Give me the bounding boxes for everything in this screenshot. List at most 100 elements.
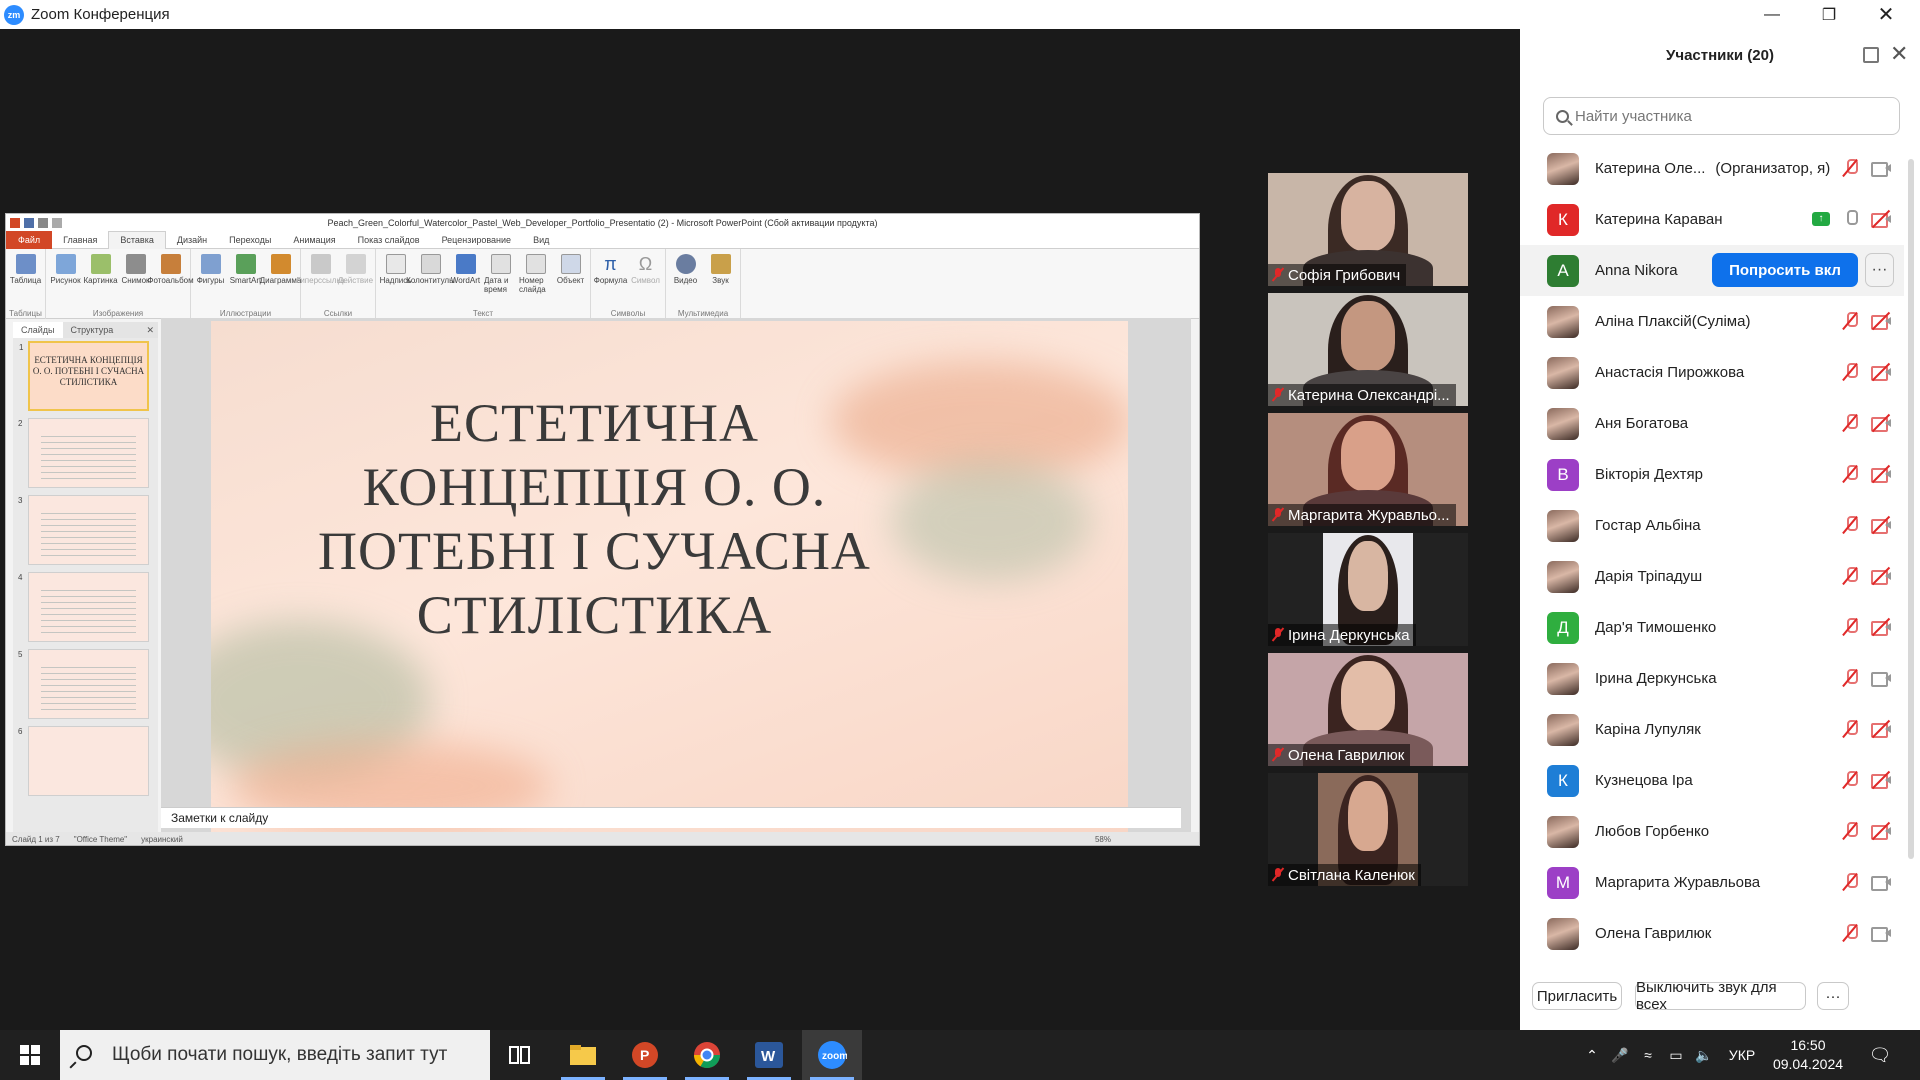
mic-muted-icon[interactable] [1840, 769, 1860, 791]
audio-button[interactable]: Звук [704, 251, 737, 317]
more-options-button[interactable]: ··· [1817, 982, 1849, 1010]
participant-more-button[interactable]: ··· [1865, 253, 1894, 287]
participant-row[interactable]: М Маргарита Журавльова [1520, 857, 1904, 908]
close-button[interactable]: ✕ [1863, 0, 1909, 29]
camera-icon[interactable] [1870, 157, 1892, 179]
slide-thumb-2[interactable]: 2 [18, 418, 149, 488]
camera-off-icon[interactable] [1870, 310, 1892, 332]
clock[interactable]: 16:50 09.04.2024 [1766, 1036, 1850, 1074]
camera-off-icon[interactable] [1870, 361, 1892, 383]
slide-thumb-5[interactable]: 5 [18, 649, 149, 719]
mic-muted-icon[interactable] [1840, 667, 1860, 689]
video-tile[interactable]: Ірина Деркунська [1268, 533, 1468, 646]
mic-muted-icon[interactable] [1840, 616, 1860, 638]
photoalbum-button[interactable]: Фотоальбом [147, 251, 194, 317]
headerfooter-button[interactable]: Колонтитулы [406, 251, 455, 317]
volume-icon[interactable]: 🔈 [1690, 1047, 1718, 1064]
equation-button[interactable]: π Формула [594, 251, 628, 317]
shared-screen-powerpoint[interactable]: Peach_Green_Colorful_Watercolor_Pastel_W… [5, 213, 1200, 846]
ppt-tab-review[interactable]: Рецензирование [431, 235, 523, 245]
participant-row[interactable]: Катерина Оле... (Организатор, я) [1520, 143, 1904, 194]
mic-muted-icon[interactable] [1840, 412, 1860, 434]
participant-row[interactable]: A Anna Nikora Попросить вкл ··· [1520, 245, 1904, 296]
smartart-button[interactable]: SmartArt [229, 251, 262, 317]
table-button[interactable]: Таблица [9, 251, 42, 317]
current-slide[interactable]: ЕСТЕТИЧНА КОНЦЕПЦІЯ О. О. ПОТЕБНІ І СУЧА… [211, 321, 1128, 839]
ppt-tab-file[interactable]: Файл [6, 230, 53, 249]
video-tile[interactable]: Софія Грибович [1268, 173, 1468, 286]
zoom-taskbar-icon[interactable]: zoom [802, 1030, 862, 1080]
ppt-tab-home[interactable]: Главная [52, 235, 108, 245]
ppt-tab-transitions[interactable]: Переходы [218, 235, 282, 245]
shapes-button[interactable]: Фигуры [194, 251, 227, 317]
camera-off-icon[interactable] [1870, 718, 1892, 740]
ask-to-unmute-button[interactable]: Попросить вкл [1712, 253, 1858, 287]
notifications-icon[interactable]: 🗨 [1850, 1045, 1910, 1066]
word-icon[interactable]: W [739, 1030, 799, 1080]
symbol-button[interactable]: Ω Символ [629, 251, 662, 317]
participant-row[interactable]: Анастасія Пирожкова [1520, 347, 1904, 398]
mic-muted-icon[interactable] [1840, 820, 1860, 842]
mic-muted-icon[interactable] [1840, 565, 1860, 587]
participant-row[interactable]: Д Дар'я Тимошенко [1520, 602, 1904, 653]
wordart-button[interactable]: WordArt [449, 251, 482, 317]
video-tile[interactable]: Олена Гаврилюк [1268, 653, 1468, 766]
popout-icon[interactable] [1863, 47, 1879, 63]
camera-off-icon[interactable] [1870, 208, 1892, 230]
mic-muted-icon[interactable] [1840, 514, 1860, 536]
video-tile[interactable]: Світлана Каленюк [1268, 773, 1468, 886]
camera-off-icon[interactable] [1870, 565, 1892, 587]
task-view-icon[interactable] [490, 1030, 550, 1080]
slide-thumb-3[interactable]: 3 [18, 495, 149, 565]
outline-tab[interactable]: Структура [63, 325, 122, 335]
camera-off-icon[interactable] [1870, 616, 1892, 638]
slide-editing-area[interactable]: ЕСТЕТИЧНА КОНЦЕПЦІЯ О. О. ПОТЕБНІ І СУЧА… [161, 318, 1191, 842]
participant-row[interactable]: В Вікторія Дехтяр [1520, 449, 1904, 500]
participant-row[interactable]: Ірина Деркунська [1520, 653, 1904, 704]
chrome-icon[interactable] [677, 1030, 737, 1080]
hyperlink-button[interactable]: Гиперссылка [296, 251, 345, 317]
ppt-tab-animation[interactable]: Анимация [282, 235, 346, 245]
participant-search[interactable] [1543, 97, 1900, 135]
mic-muted-icon[interactable] [1840, 922, 1860, 944]
slide-thumb-1[interactable]: 1 ЕСТЕТИЧНА КОНЦЕПЦІЯ О. О. ПОТЕБНІ І СУ… [19, 341, 149, 411]
camera-off-icon[interactable] [1870, 769, 1892, 791]
microphone-icon[interactable]: 🎤 [1606, 1047, 1634, 1064]
object-button[interactable]: Объект [554, 251, 587, 317]
participant-row[interactable]: К Кузнецова Іра [1520, 755, 1904, 806]
input-language[interactable]: УКР [1718, 1047, 1766, 1063]
slides-tab[interactable]: Слайды [13, 322, 63, 338]
slide-thumb-6[interactable]: 6 [18, 726, 149, 796]
chevron-up-icon[interactable]: ⌃ [1578, 1047, 1606, 1064]
taskbar-search[interactable]: Щоби почати пошук, введіть запит тут [60, 1030, 490, 1080]
mic-muted-icon[interactable] [1840, 361, 1860, 383]
action-button[interactable]: Действие [338, 251, 373, 317]
camera-off-icon[interactable] [1870, 820, 1892, 842]
slide-thumb-4[interactable]: 4 [18, 572, 149, 642]
file-explorer-icon[interactable] [553, 1030, 613, 1080]
video-tile[interactable]: Катерина Олександрі... [1268, 293, 1468, 406]
camera-off-icon[interactable] [1870, 463, 1892, 485]
mic-muted-icon[interactable] [1840, 871, 1860, 893]
ppt-tab-insert[interactable]: Вставка [108, 230, 166, 249]
zoom-level[interactable]: 58% [1095, 835, 1111, 844]
ppt-tab-design[interactable]: Дизайн [166, 235, 218, 245]
ppt-tab-slideshow[interactable]: Показ слайдов [347, 235, 431, 245]
video-tile[interactable]: Маргарита Журавльо... [1268, 413, 1468, 526]
participant-search-input[interactable] [1575, 107, 1875, 125]
mute-all-button[interactable]: Выключить звук для всех [1635, 979, 1806, 1013]
participant-row[interactable]: Гостар Альбіна [1520, 500, 1904, 551]
participant-row[interactable]: Аліна Плаксій(Суліма) [1520, 296, 1904, 347]
invite-button[interactable]: Пригласить [1532, 982, 1622, 1010]
network-icon[interactable]: ≈ [1634, 1047, 1662, 1063]
slidenumber-button[interactable]: Номер слайда [519, 251, 552, 317]
minimize-button[interactable]: — [1749, 0, 1795, 29]
close-panel-icon[interactable]: ✕ [1890, 41, 1908, 67]
close-pane-icon[interactable]: ✕ [138, 325, 158, 336]
camera-off-icon[interactable] [1870, 514, 1892, 536]
participants-scrollbar[interactable] [1908, 159, 1914, 859]
camera-off-icon[interactable] [1870, 412, 1892, 434]
picture-button[interactable]: Рисунок [49, 251, 82, 317]
ppt-tab-view[interactable]: Вид [522, 235, 560, 245]
battery-icon[interactable]: ▭ [1662, 1047, 1690, 1064]
